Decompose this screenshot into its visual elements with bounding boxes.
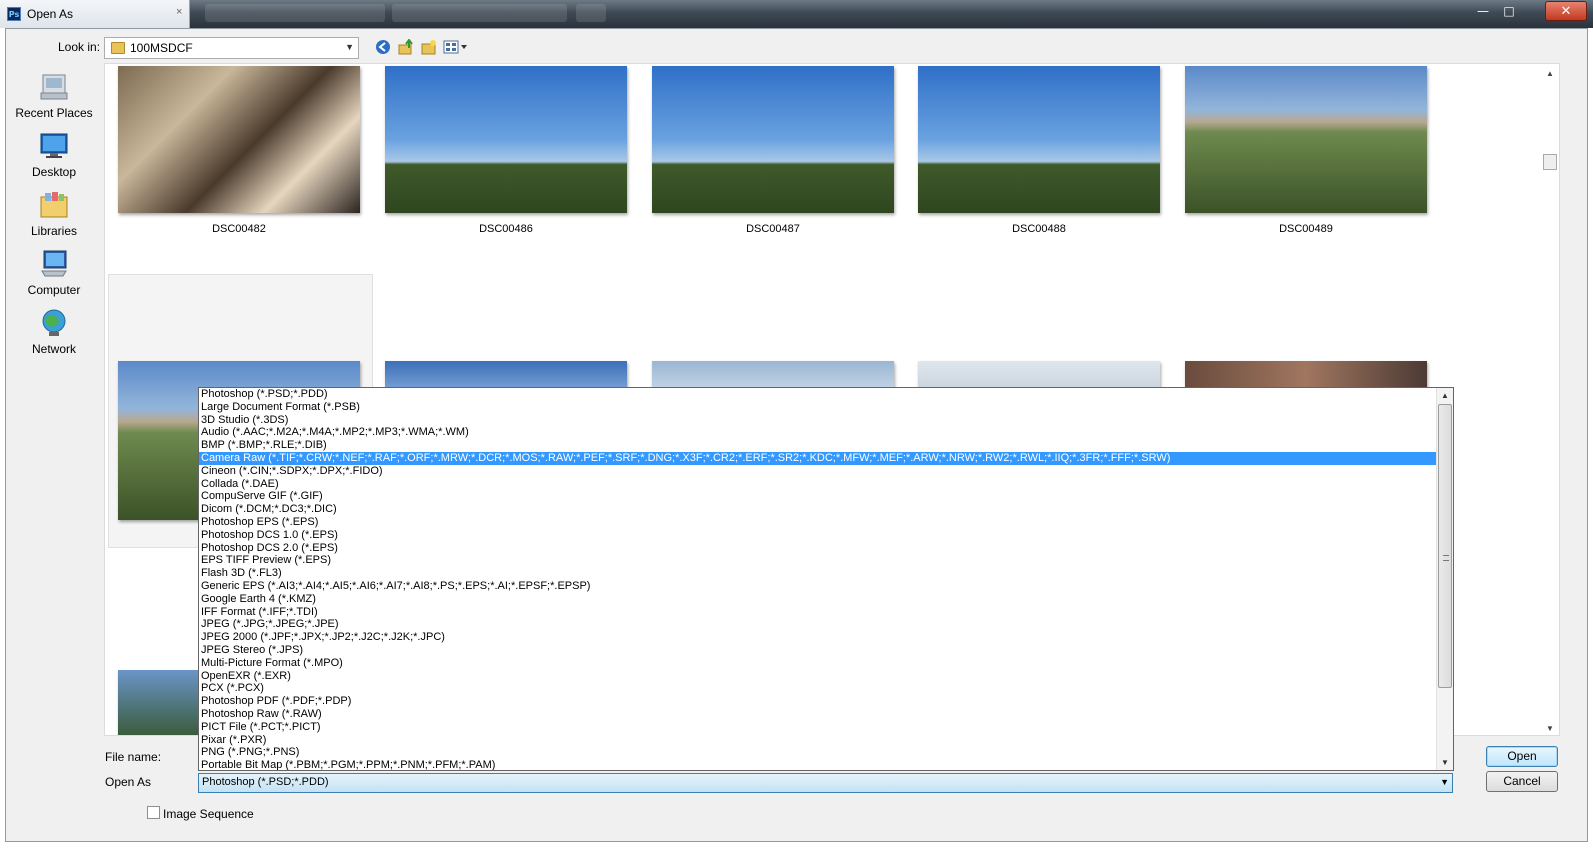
scroll-down-icon[interactable]: ▼ bbox=[1441, 758, 1449, 767]
image-sequence-checkbox[interactable] bbox=[147, 806, 160, 819]
up-folder-icon[interactable] bbox=[397, 38, 414, 56]
window-close-button[interactable]: ✕ bbox=[1545, 1, 1587, 21]
look-in-dropdown[interactable]: 100MSDCF ▼ bbox=[104, 37, 359, 59]
background-tab[interactable] bbox=[205, 4, 385, 22]
format-option[interactable]: 3D Studio (*.3DS) bbox=[199, 414, 1453, 427]
place-recent-places[interactable]: Recent Places bbox=[10, 72, 98, 120]
format-option[interactable]: Google Earth 4 (*.KMZ) bbox=[199, 593, 1453, 606]
network-icon bbox=[39, 308, 69, 338]
format-option[interactable]: Cineon (*.CIN;*.SDPX;*.DPX;*.FIDO) bbox=[199, 465, 1453, 478]
computer-icon bbox=[39, 249, 69, 279]
place-label: Computer bbox=[27, 283, 81, 297]
recent-places-icon bbox=[39, 72, 69, 102]
open-button[interactable]: Open bbox=[1486, 746, 1558, 767]
open-as-value: Photoshop (*.PSD;*.PDD) bbox=[202, 776, 329, 788]
format-option[interactable]: JPEG (*.JPG;*.JPEG;*.JPE) bbox=[199, 618, 1453, 631]
file-name-label: File name: bbox=[105, 750, 162, 764]
format-option[interactable]: JPEG 2000 (*.JPF;*.JPX;*.JP2;*.J2C;*.J2K… bbox=[199, 631, 1453, 644]
image-sequence-label: Image Sequence bbox=[163, 807, 254, 821]
back-arrow-icon[interactable] bbox=[374, 39, 391, 56]
tab-close-icon[interactable]: × bbox=[176, 6, 182, 18]
active-tab[interactable]: Ps Open As × bbox=[0, 0, 190, 28]
view-menu-icon[interactable] bbox=[443, 39, 469, 56]
format-option[interactable]: OpenEXR (*.EXR) bbox=[199, 670, 1453, 683]
folder-icon bbox=[111, 42, 125, 54]
file-name-label: DSC00486 bbox=[479, 223, 533, 235]
look-in-value: 100MSDCF bbox=[130, 41, 193, 55]
photoshop-app-icon: Ps bbox=[7, 7, 21, 21]
look-in-label: Look in: bbox=[58, 40, 101, 54]
libraries-icon bbox=[39, 190, 69, 220]
file-list-scrollbar[interactable]: ▲ ▼ bbox=[1542, 64, 1559, 735]
format-option[interactable]: BMP (*.BMP;*.RLE;*.DIB) bbox=[199, 439, 1453, 452]
scrollbar-thumb[interactable] bbox=[1543, 154, 1557, 170]
format-option[interactable]: Photoshop DCS 2.0 (*.EPS) bbox=[199, 542, 1453, 555]
scrollbar-thumb[interactable] bbox=[1438, 404, 1452, 688]
format-option[interactable]: Audio (*.AAC;*.M2A;*.M4A;*.MP2;*.MP3;*.W… bbox=[199, 426, 1453, 439]
background-tab[interactable] bbox=[392, 4, 567, 22]
chevron-down-icon: ▼ bbox=[345, 42, 354, 52]
format-option[interactable]: Collada (*.DAE) bbox=[199, 478, 1453, 491]
place-label: Network bbox=[31, 342, 76, 356]
format-option[interactable]: Multi-Picture Format (*.MPO) bbox=[199, 657, 1453, 670]
file-name-label: DSC00482 bbox=[212, 223, 266, 235]
background-tab[interactable] bbox=[576, 4, 606, 22]
place-computer[interactable]: Computer bbox=[10, 249, 98, 297]
format-option[interactable]: Flash 3D (*.FL3) bbox=[199, 567, 1453, 580]
format-option[interactable]: Photoshop (*.PSD;*.PDD) bbox=[199, 388, 1453, 401]
grip-icon bbox=[1443, 555, 1449, 561]
scroll-down-icon[interactable]: ▼ bbox=[1546, 724, 1554, 733]
format-option[interactable]: PCX (*.PCX) bbox=[199, 682, 1453, 695]
file-name-label: DSC00487 bbox=[746, 223, 800, 235]
format-option[interactable]: Portable Bit Map (*.PBM;*.PGM;*.PPM;*.PN… bbox=[199, 759, 1453, 770]
format-option[interactable]: Dicom (*.DCM;*.DC3;*.DIC) bbox=[199, 503, 1453, 516]
place-network[interactable]: Network bbox=[10, 308, 98, 356]
format-option[interactable]: Generic EPS (*.AI3;*.AI4;*.AI5;*.AI6;*.A… bbox=[199, 580, 1453, 593]
format-options: Photoshop (*.PSD;*.PDD) Large Document Fo… bbox=[199, 388, 1453, 770]
title-bar: Ps Open As × — □ ✕ bbox=[0, 0, 1593, 28]
format-option[interactable]: JPEG Stereo (*.JPS) bbox=[199, 644, 1453, 657]
file-thumbnail[interactable] bbox=[385, 66, 627, 213]
place-libraries[interactable]: Libraries bbox=[10, 190, 98, 238]
format-option[interactable]: PNG (*.PNG;*.PNS) bbox=[199, 746, 1453, 759]
file-name-label: DSC00488 bbox=[1012, 223, 1066, 235]
place-label: Recent Places bbox=[15, 106, 93, 120]
format-option[interactable]: Photoshop Raw (*.RAW) bbox=[199, 708, 1453, 721]
desktop-icon bbox=[39, 131, 69, 161]
place-label: Desktop bbox=[31, 165, 77, 179]
cancel-button[interactable]: Cancel bbox=[1486, 771, 1558, 792]
format-option[interactable]: Camera Raw (*.TIF;*.CRW;*.NEF;*.RAF;*.OR… bbox=[199, 451, 1453, 465]
format-option[interactable]: Pixar (*.PXR) bbox=[199, 734, 1453, 747]
format-option[interactable]: EPS TIFF Preview (*.EPS) bbox=[199, 554, 1453, 567]
open-as-label: Open As bbox=[105, 775, 152, 789]
file-name-label: DSC00489 bbox=[1279, 223, 1333, 235]
format-option[interactable]: PICT File (*.PCT;*.PICT) bbox=[199, 721, 1453, 734]
format-list-scrollbar[interactable]: ▲ ▼ bbox=[1436, 388, 1453, 770]
file-thumbnail[interactable] bbox=[118, 66, 360, 213]
chevron-down-icon: ▼ bbox=[1440, 777, 1449, 787]
format-option[interactable]: Photoshop EPS (*.EPS) bbox=[199, 516, 1453, 529]
format-option[interactable]: Photoshop DCS 1.0 (*.EPS) bbox=[199, 529, 1453, 542]
format-option[interactable]: Photoshop PDF (*.PDF;*.PDP) bbox=[199, 695, 1453, 708]
format-option[interactable]: IFF Format (*.IFF;*.TDI) bbox=[199, 606, 1453, 619]
new-folder-icon[interactable] bbox=[420, 39, 437, 56]
place-desktop[interactable]: Desktop bbox=[10, 131, 98, 179]
scroll-up-icon[interactable]: ▲ bbox=[1546, 69, 1554, 78]
format-option[interactable]: Large Document Format (*.PSB) bbox=[199, 401, 1453, 414]
open-as-dropdown[interactable]: Photoshop (*.PSD;*.PDD) ▼ bbox=[198, 773, 1453, 793]
maximize-button[interactable]: □ bbox=[1496, 1, 1522, 21]
file-thumbnail[interactable] bbox=[652, 66, 894, 213]
place-label: Libraries bbox=[30, 224, 78, 238]
file-thumbnail[interactable] bbox=[1185, 66, 1427, 213]
minimize-button[interactable]: — bbox=[1470, 1, 1496, 21]
open-as-format-list[interactable]: Photoshop (*.PSD;*.PDD) Large Document Fo… bbox=[198, 387, 1454, 771]
file-thumbnail[interactable] bbox=[918, 66, 1160, 213]
scroll-up-icon[interactable]: ▲ bbox=[1441, 391, 1449, 400]
format-option[interactable]: CompuServe GIF (*.GIF) bbox=[199, 490, 1453, 503]
window-title: Open As bbox=[27, 7, 74, 21]
